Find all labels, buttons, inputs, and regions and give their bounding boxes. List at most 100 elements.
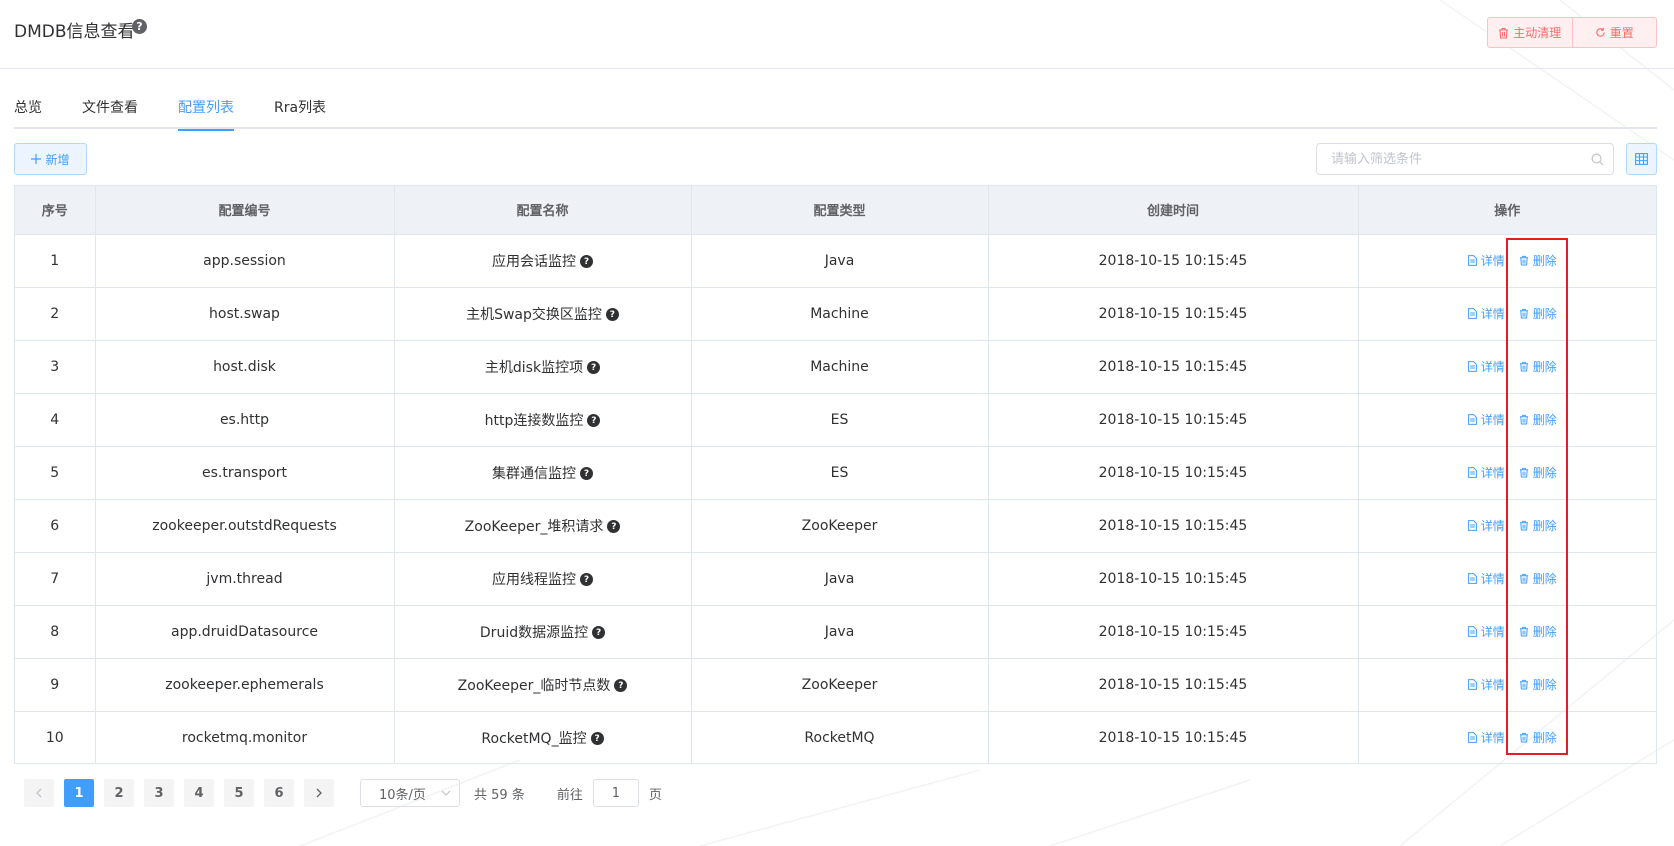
detail-link[interactable]: 详情 — [1467, 252, 1505, 269]
detail-link[interactable]: 详情 — [1467, 517, 1505, 534]
cell-config-name: ZooKeeper_堆积请求? — [394, 499, 692, 553]
detail-link-label: 详情 — [1480, 572, 1505, 586]
delete-link[interactable]: 删除 — [1519, 464, 1557, 481]
help-circle-icon[interactable]: ? — [592, 626, 606, 639]
goto-page-input[interactable] — [592, 779, 639, 807]
cell-actions: 详情 删除 — [1358, 552, 1656, 606]
page-button[interactable]: 4 — [184, 779, 214, 807]
page-button[interactable]: 3 — [144, 779, 174, 807]
delete-link[interactable]: 删除 — [1519, 305, 1557, 322]
detail-link[interactable]: 详情 — [1467, 464, 1505, 481]
cell-config-name: 主机disk监控项? — [394, 340, 692, 394]
cell-actions: 详情 删除 — [1358, 658, 1656, 712]
search-icon[interactable] — [1591, 153, 1604, 166]
help-circle-icon[interactable]: ? — [580, 467, 593, 480]
row-actions: 详情 删除 — [1359, 305, 1657, 322]
delete-link[interactable]: 删除 — [1519, 623, 1557, 640]
page-button[interactable]: 5 — [224, 779, 254, 807]
trash-icon — [1519, 733, 1528, 743]
detail-link-label: 详情 — [1480, 731, 1505, 746]
search-input[interactable] — [1317, 144, 1577, 174]
help-circle-icon[interactable]: ? — [587, 414, 601, 427]
cell-config-type: RocketMQ — [691, 711, 989, 764]
trash-icon — [1519, 414, 1528, 425]
detail-link[interactable]: 详情 — [1467, 305, 1505, 322]
total-count: 共 59 条 — [474, 787, 525, 803]
page-button[interactable]: 1 — [64, 779, 94, 807]
cell-config-type: Java — [691, 552, 989, 606]
delete-link[interactable]: 删除 — [1519, 252, 1557, 269]
delete-link[interactable]: 删除 — [1519, 676, 1557, 693]
table-row: 5 es.transport 集群通信监控? ES 2018-10-15 10:15:4… — [15, 446, 1657, 500]
tab-overview[interactable]: 总览 — [14, 94, 42, 129]
page-size-select[interactable]: 10条/页 — [360, 779, 460, 807]
config-name-text: 集群通信监控 — [492, 465, 576, 482]
page-button[interactable]: 6 — [264, 779, 294, 807]
delete-link[interactable]: 删除 — [1519, 729, 1557, 746]
reset-button[interactable]: 重置 — [1571, 18, 1657, 47]
column-toggle-button[interactable] — [1626, 143, 1657, 175]
detail-link[interactable]: 详情 — [1467, 570, 1505, 587]
trash-icon — [1519, 361, 1528, 372]
cell-config-name: 主机Swap交换区监控? — [394, 287, 692, 341]
help-circle-icon[interactable]: ? — [590, 732, 604, 746]
detail-link[interactable]: 详情 — [1467, 729, 1505, 746]
detail-link[interactable]: 详情 — [1467, 676, 1505, 693]
document-icon — [1467, 573, 1477, 584]
detail-link[interactable]: 详情 — [1467, 623, 1505, 640]
cell-config-type: Machine — [691, 287, 989, 341]
prev-page-button[interactable] — [24, 779, 54, 807]
refresh-icon — [1596, 27, 1605, 37]
clean-button[interactable]: 主动清理 — [1488, 18, 1572, 47]
delete-link[interactable]: 删除 — [1519, 411, 1557, 428]
cell-index: 4 — [15, 393, 96, 447]
delete-link-label: 删除 — [1532, 519, 1557, 533]
row-actions: 详情 删除 — [1359, 358, 1657, 375]
cell-config-code: rocketmq.monitor — [95, 711, 395, 764]
trash-icon — [1519, 467, 1528, 478]
tab-config-list[interactable]: 配置列表 — [178, 94, 234, 131]
table-header-row: 序号 配置编号 配置名称 配置类型 创建时间 操作 — [15, 186, 1656, 235]
cell-config-name: 应用线程监控? — [394, 552, 692, 606]
delete-link[interactable]: 删除 — [1519, 570, 1557, 587]
cell-created-time: 2018-10-15 10:15:45 — [988, 234, 1359, 288]
cell-created-time: 2018-10-15 10:15:45 — [988, 552, 1359, 606]
column-header: 创建时间 — [988, 186, 1359, 235]
tab-rra-list[interactable]: Rra列表 — [274, 94, 326, 129]
document-icon — [1467, 255, 1477, 266]
config-name-text: 应用会话监控 — [492, 253, 576, 270]
tab-file-view[interactable]: 文件查看 — [82, 94, 138, 129]
delete-link-label: 删除 — [1532, 307, 1557, 321]
help-circle-icon[interactable]: ? — [132, 19, 147, 34]
help-circle-icon[interactable]: ? — [614, 679, 628, 692]
help-circle-icon[interactable]: ? — [605, 308, 619, 321]
delete-link-label: 删除 — [1532, 625, 1557, 639]
delete-link[interactable]: 删除 — [1519, 517, 1557, 534]
row-actions: 详情 删除 — [1359, 252, 1657, 269]
cell-config-code: zookeeper.ephemerals — [95, 658, 395, 712]
cell-created-time: 2018-10-15 10:15:45 — [988, 446, 1359, 500]
delete-link[interactable]: 删除 — [1519, 358, 1557, 375]
help-circle-icon[interactable]: ? — [580, 255, 593, 268]
detail-link[interactable]: 详情 — [1467, 411, 1505, 428]
detail-link[interactable]: 详情 — [1467, 358, 1505, 375]
row-actions: 详情 删除 — [1359, 464, 1657, 481]
config-name-text: 应用线程监控 — [492, 571, 576, 588]
chevron-right-icon — [316, 788, 322, 798]
cell-config-name: RocketMQ_监控? — [394, 711, 692, 764]
config-name-text: http连接数监控 — [484, 412, 584, 429]
cell-index: 2 — [15, 287, 96, 341]
goto-suffix: 页 — [648, 787, 662, 803]
next-page-button[interactable] — [304, 779, 334, 807]
page-button[interactable]: 2 — [104, 779, 134, 807]
cell-created-time: 2018-10-15 10:15:45 — [988, 340, 1359, 394]
help-circle-icon[interactable]: ? — [607, 520, 621, 533]
cell-config-code: host.swap — [95, 287, 395, 341]
cell-index: 8 — [15, 605, 96, 659]
table-row: 3 host.disk 主机disk监控项? Machine 2018-10-15 10… — [15, 340, 1657, 394]
help-circle-icon[interactable]: ? — [580, 573, 593, 586]
help-circle-icon[interactable]: ? — [587, 361, 601, 374]
cell-config-name: ZooKeeper_临时节点数? — [394, 658, 692, 712]
clean-button-label: 主动清理 — [1513, 26, 1562, 40]
add-button[interactable]: 新增 — [14, 143, 87, 175]
